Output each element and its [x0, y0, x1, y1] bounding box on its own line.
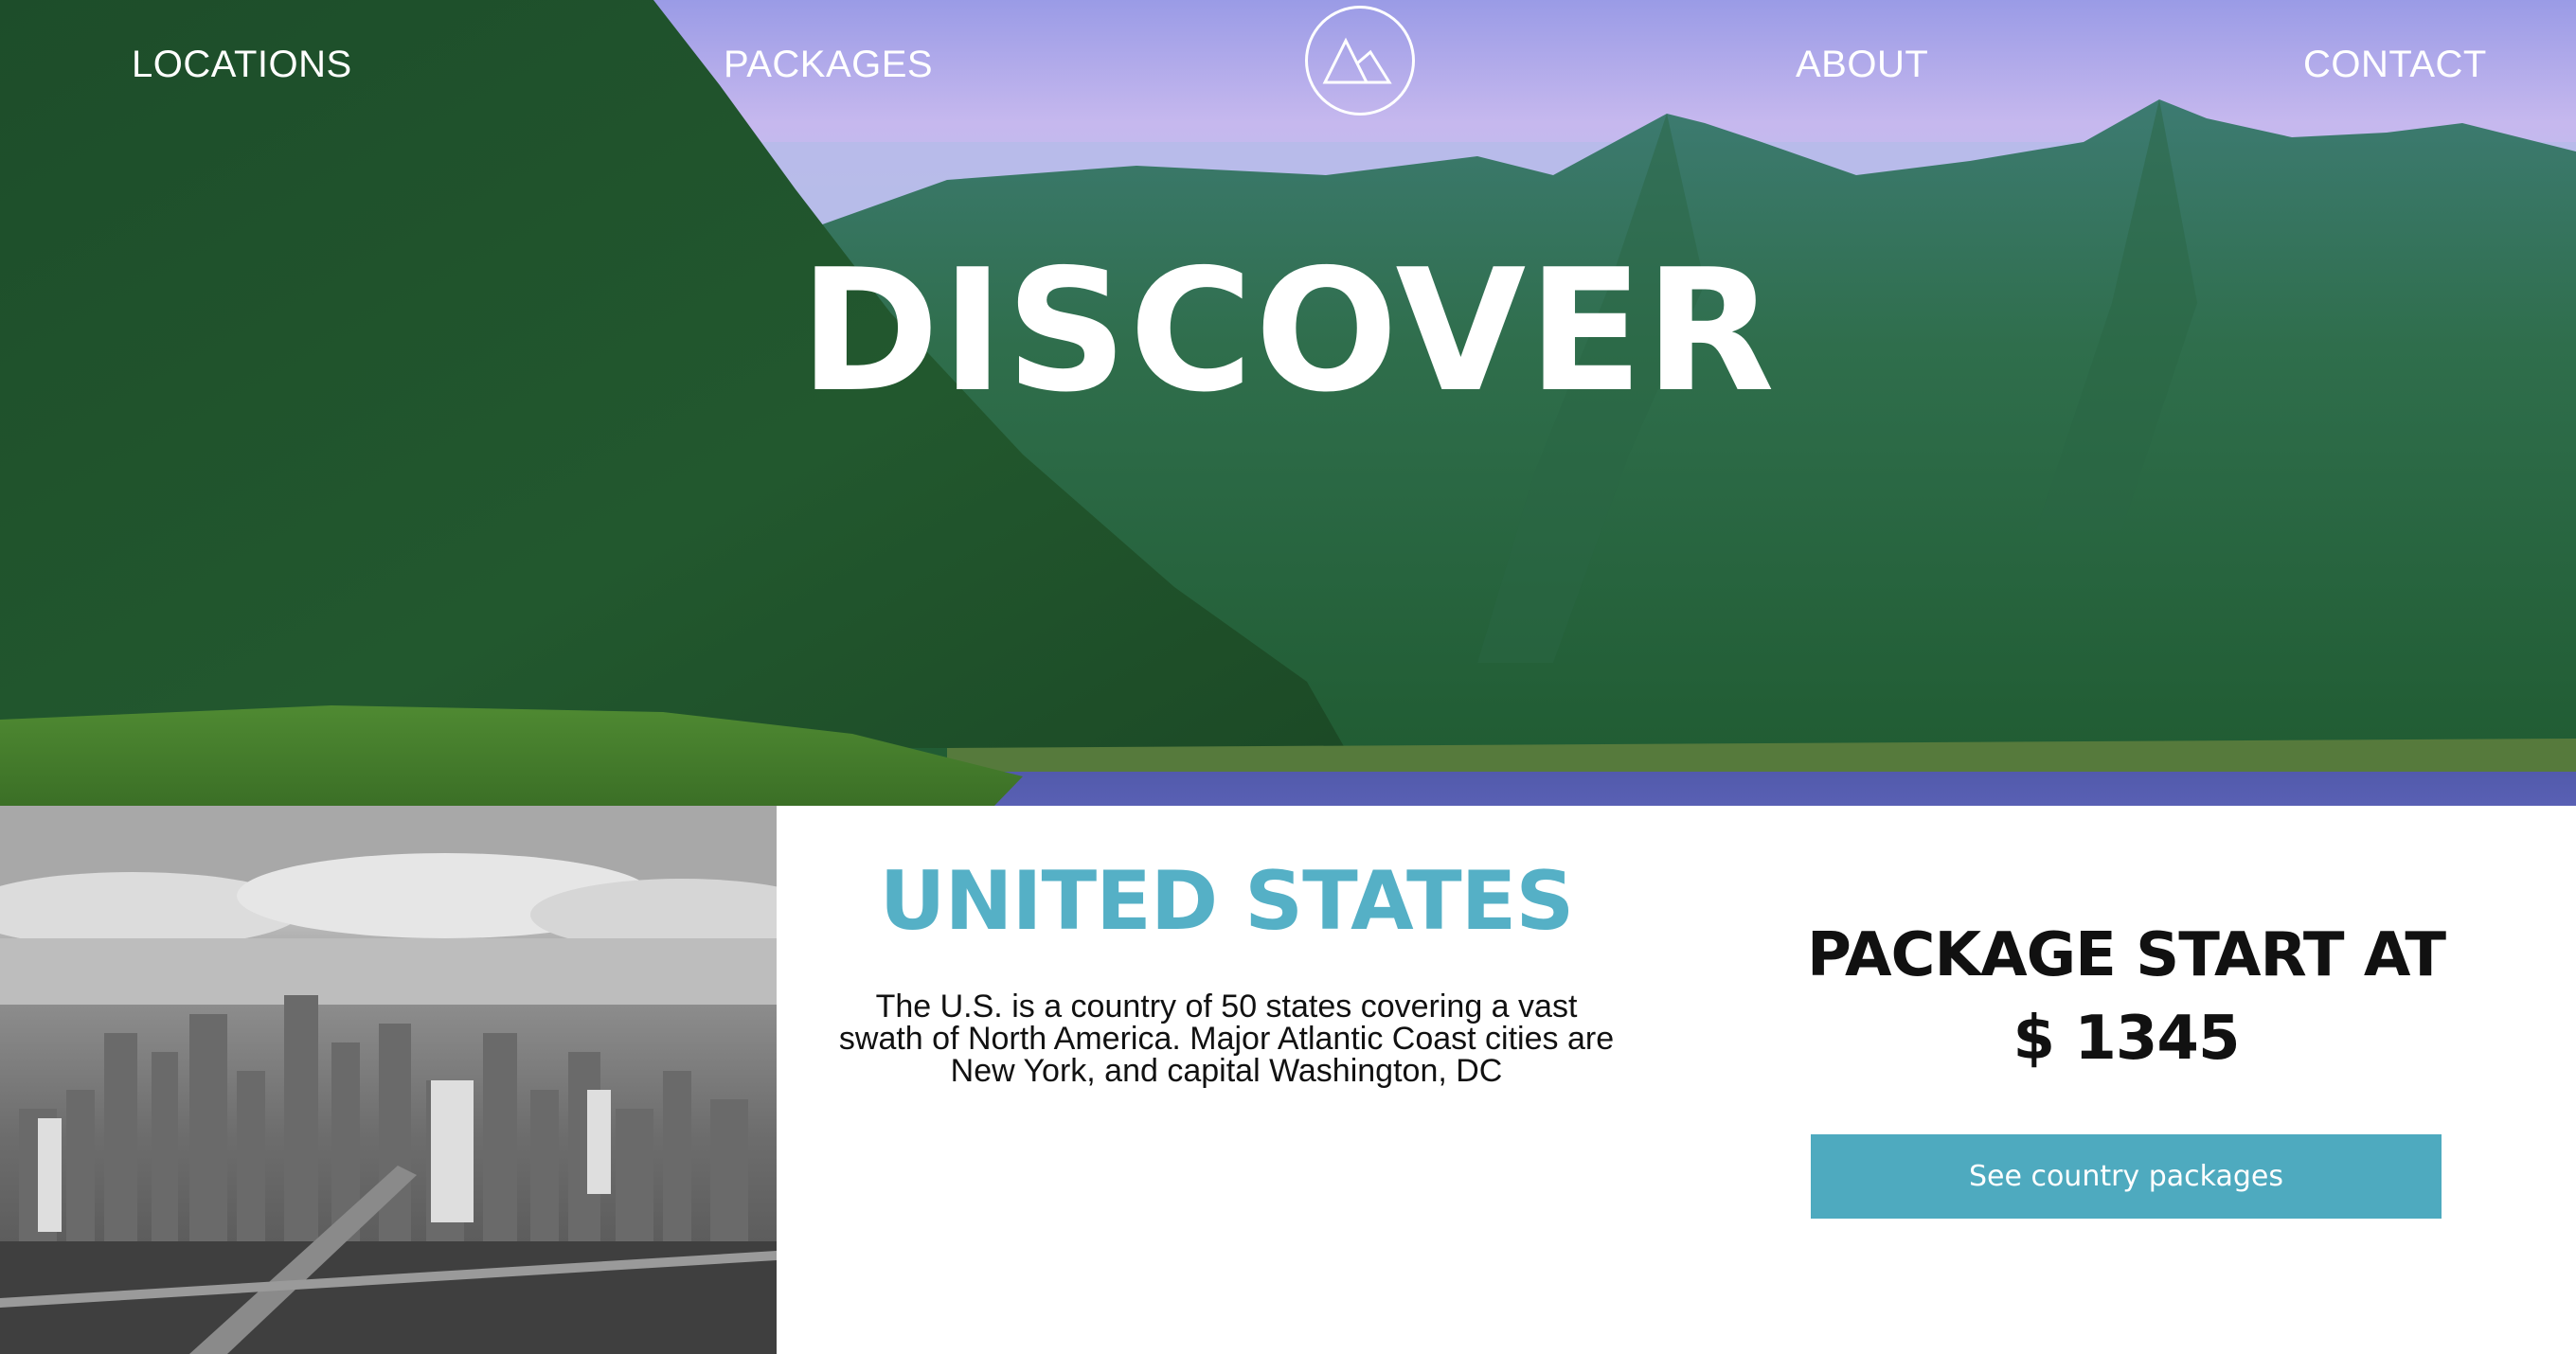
hero-title: DISCOVER: [799, 233, 1777, 429]
country-description: The U.S. is a country of 50 states cover…: [814, 990, 1638, 1087]
price-block: PACKAGE START AT $ 1345: [1733, 914, 2519, 1080]
nav-locations[interactable]: LOCATIONS: [132, 42, 352, 87]
see-country-packages-button[interactable]: See country packages: [1811, 1134, 2442, 1219]
hero-banner: LOCATIONS PACKAGES ABOUT CONTACT DISCOVE…: [0, 0, 2576, 806]
city-skyline-image: [0, 806, 777, 1354]
description-line: swath of North America. Major Atlantic C…: [838, 1021, 1615, 1057]
description-line: The U.S. is a country of 50 states cover…: [875, 989, 1578, 1024]
nav-contact[interactable]: CONTACT: [2303, 42, 2487, 87]
price-heading: PACKAGE START AT: [1806, 920, 2446, 990]
description-line: New York, and capital Washington, DC: [950, 1053, 1503, 1089]
mountain-icon: [1322, 37, 1392, 84]
nav-about[interactable]: ABOUT: [1796, 42, 1928, 87]
logo-mountain-icon[interactable]: [1305, 6, 1415, 116]
country-title: UNITED STATES: [879, 854, 1575, 949]
nav-packages[interactable]: PACKAGES: [724, 42, 933, 87]
price-value: $ 1345: [2012, 1004, 2241, 1074]
